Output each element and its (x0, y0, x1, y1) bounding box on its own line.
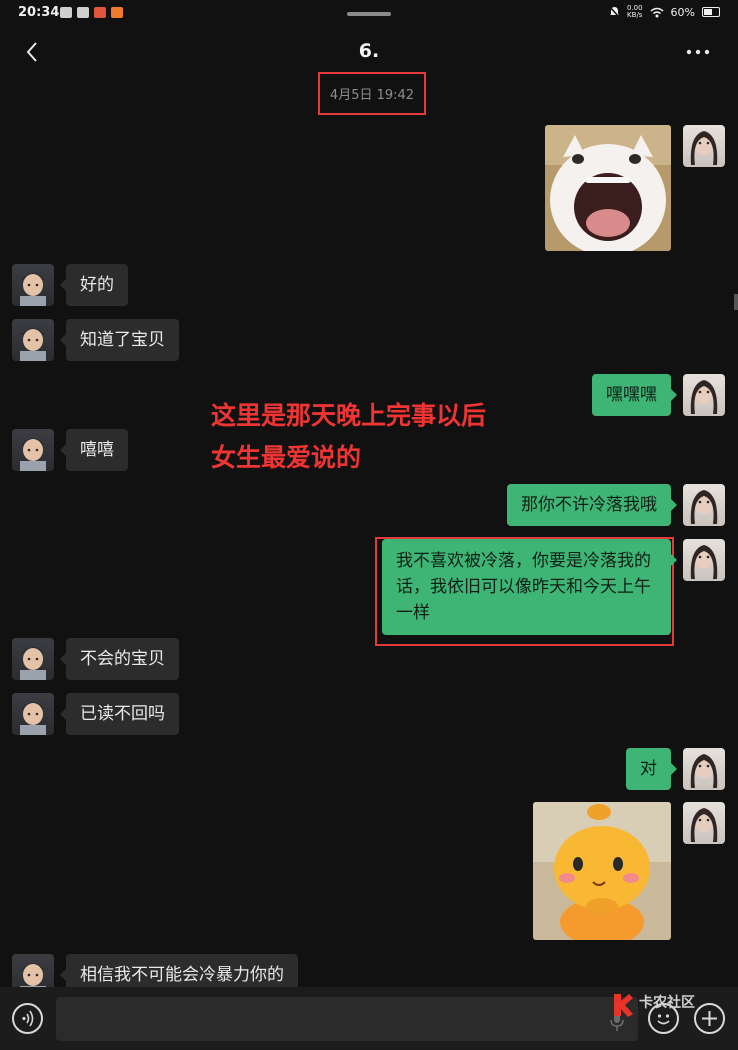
contact-avatar[interactable] (12, 638, 54, 680)
net-speed: 0.00 KB/s (627, 5, 643, 19)
boy-avatar-image (20, 438, 46, 471)
status-bar: 20:34 0.00 KB/s 60% (0, 0, 738, 28)
message-bubble-outgoing[interactable]: 嘿嘿嘿 (592, 374, 677, 416)
back-icon (26, 42, 37, 62)
more-button[interactable] (682, 42, 714, 62)
voice-icon (22, 1010, 34, 1027)
battery-fill (704, 9, 712, 15)
scroll-edge-marker (734, 294, 738, 310)
annotation-line-1: 这里是那天晚上完事以后 (211, 401, 487, 430)
message-bubble-incoming[interactable]: 已读不回吗 (60, 693, 179, 735)
message-bubble-outgoing[interactable]: 我不喜欢被冷落，你要是冷落我的话，我依旧可以像昨天和今天上午一样 (382, 539, 677, 635)
timestamp-text: 4月5日 19:42 (329, 88, 415, 103)
my-avatar[interactable] (683, 539, 725, 581)
contact-avatar[interactable] (12, 429, 54, 471)
back-button[interactable] (20, 38, 46, 66)
chat-title: 6. (358, 40, 380, 62)
net-speed-unit: KB/s (627, 11, 643, 19)
battery-icon (702, 7, 720, 17)
contact-avatar[interactable] (12, 693, 54, 735)
screaming-cat-sticker (545, 125, 671, 251)
girl-avatar-image (690, 808, 718, 842)
boy-avatar-image (20, 328, 46, 361)
voice-toggle-button[interactable] (12, 1003, 43, 1034)
app-notification-icon (94, 7, 106, 18)
mute-bell-icon (609, 6, 620, 18)
contact-avatar[interactable] (12, 319, 54, 361)
watermark: 卡农社区 (611, 992, 707, 1022)
contact-avatar[interactable] (12, 264, 54, 306)
app-notification-icon-2 (111, 7, 123, 18)
message-bubble-incoming[interactable]: 好的 (60, 264, 128, 306)
message-bubble-incoming[interactable]: 不会的宝贝 (60, 638, 179, 680)
sticker-message[interactable] (545, 125, 671, 251)
status-time: 20:34 (18, 5, 60, 20)
message-bubble-outgoing[interactable]: 对 (626, 748, 677, 790)
message-bubble-incoming[interactable]: 知道了宝贝 (60, 319, 179, 361)
more-icon (686, 49, 710, 55)
kanong-logo-icon (614, 994, 633, 1017)
red-annotation: 这里是那天晚上完事以后 女生最爱说的 (211, 395, 486, 479)
notification-icons (60, 7, 123, 18)
message-timestamp: 4月5日 19:42 (318, 72, 426, 115)
my-avatar[interactable] (683, 374, 725, 416)
chat-notification-icon (60, 7, 72, 18)
message-input[interactable] (56, 997, 638, 1041)
video-notification-icon (77, 7, 89, 18)
watermark-text: 卡农社区 (639, 995, 695, 1011)
girl-avatar-image (690, 380, 718, 414)
my-avatar[interactable] (683, 484, 725, 526)
boy-avatar-image (20, 702, 46, 735)
window-handle[interactable] (347, 12, 391, 16)
message-bubble-incoming[interactable]: 嘻嘻 (60, 429, 128, 471)
message-bubble-outgoing[interactable]: 那你不许冷落我哦 (507, 484, 677, 526)
battery-percent: 60% (670, 5, 695, 19)
my-avatar[interactable] (683, 802, 725, 844)
girl-avatar-image (690, 490, 718, 524)
boy-avatar-image (20, 647, 46, 680)
my-avatar[interactable] (683, 125, 725, 167)
boy-avatar-image (20, 273, 46, 306)
girl-avatar-image (690, 131, 718, 165)
sticker-message[interactable] (533, 802, 671, 940)
girl-avatar-image (690, 545, 718, 579)
status-right: 0.00 KB/s 60% (609, 5, 720, 19)
girl-avatar-image (690, 754, 718, 788)
annotation-line-2: 女生最爱说的 (211, 443, 362, 472)
my-avatar[interactable] (683, 748, 725, 790)
orange-cartoon-creature-sticker (533, 802, 671, 940)
wifi-icon (650, 7, 664, 17)
